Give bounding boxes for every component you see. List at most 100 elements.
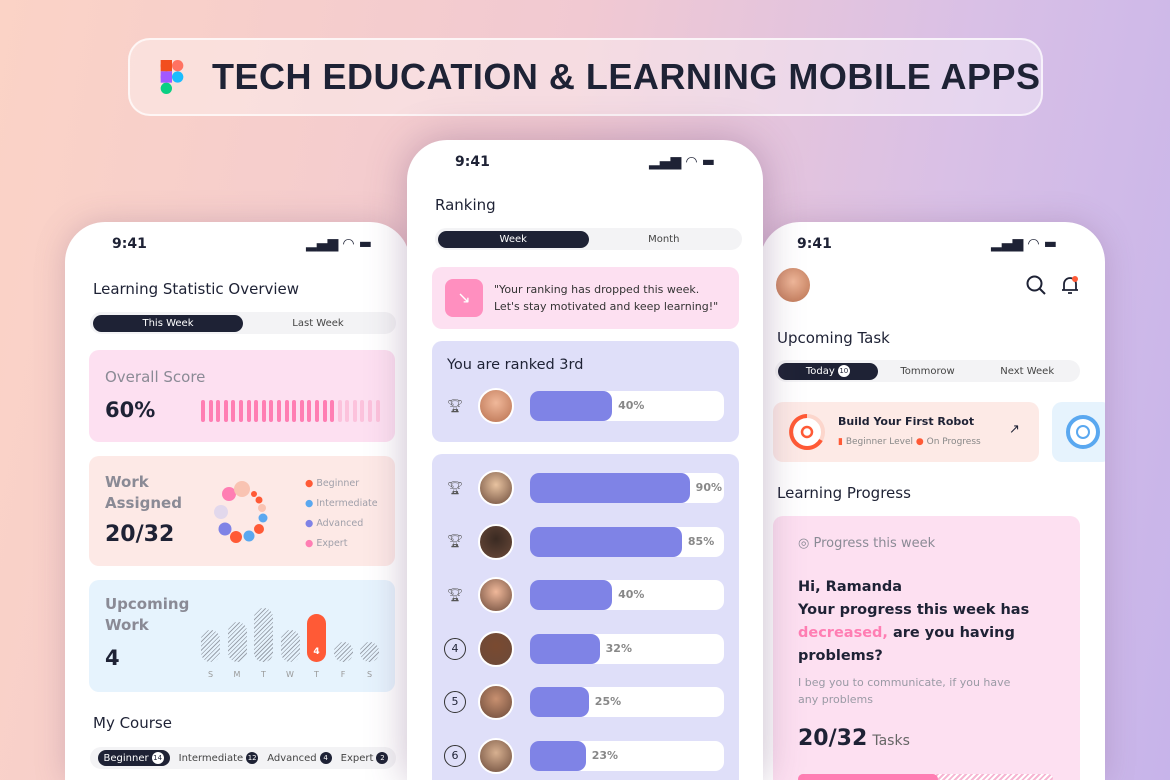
status-bar: 9:41 ▂▄▆ ◠ ▬ — [112, 236, 372, 252]
score-bar — [330, 400, 335, 422]
tab-tomorrow[interactable]: Tommorow — [878, 363, 978, 380]
legend-label: Expert — [316, 538, 348, 549]
legend-dot-icon: ● — [305, 478, 317, 489]
course-tab-label: Beginner — [103, 753, 149, 764]
tab-next-week[interactable]: Next Week — [977, 363, 1077, 380]
ranking-row[interactable]: 🏆︎ 85% — [444, 523, 724, 560]
rank-bar-fill — [530, 633, 600, 664]
overall-score-value: 60% — [105, 398, 156, 422]
period-tabs: Week Month — [435, 228, 742, 250]
ranking-row[interactable]: 5 25% — [444, 684, 724, 720]
ranking-row[interactable]: 6 23% — [444, 737, 724, 774]
score-bar — [292, 400, 297, 422]
page-title: Learning Statistic Overview — [93, 280, 300, 298]
rank-bar-fill — [530, 580, 613, 610]
course-tab-beginner[interactable]: Beginner 14 — [97, 750, 170, 766]
trophy-icon: 🏆︎ — [446, 587, 464, 603]
score-bar — [254, 400, 259, 422]
score-bar — [314, 400, 319, 422]
bell-icon[interactable] — [1060, 274, 1080, 296]
alert-line-2: Let's stay motivated and keep learning!" — [494, 300, 719, 313]
legend-label: Beginner — [316, 478, 360, 489]
score-bar — [360, 400, 365, 422]
legend-dot-icon: ● — [305, 518, 317, 529]
ranking-row[interactable]: 🏆︎ 40% — [444, 577, 724, 613]
course-tab-intermediate[interactable]: Intermediate 12 — [179, 752, 259, 764]
your-rank-card: You are ranked 3rd 🏆︎ 40% — [432, 341, 739, 442]
title-banner: TECH EDUCATION & LEARNING MOBILE APPS — [128, 38, 1043, 116]
rank-bar: 25% — [530, 687, 724, 717]
score-bar — [238, 400, 243, 422]
page-title: Ranking — [435, 196, 496, 214]
legend-item: ● Intermediate — [305, 494, 378, 514]
status-time: 9:41 — [797, 236, 832, 252]
rank-percent: 25% — [594, 695, 622, 708]
tab-month[interactable]: Month — [589, 231, 740, 248]
task-card[interactable]: Build Your First Robot ▮ Beginner Level … — [773, 402, 1039, 462]
tab-week[interactable]: Week — [438, 230, 589, 248]
course-tab-advanced[interactable]: Advanced 4 — [267, 752, 332, 764]
task-status: On Progress — [926, 437, 981, 447]
robot-gear-icon — [789, 414, 825, 450]
course-tab-expert[interactable]: Expert 2 — [341, 752, 389, 764]
rank-percent: 90% — [695, 481, 723, 494]
status-bar: 9:41 ▂▄▆ ◠ ▬ — [797, 236, 1057, 252]
target-icon: ◎ — [798, 536, 814, 551]
legend-dot-icon: ● — [305, 498, 317, 509]
task-card-next[interactable] — [1052, 402, 1105, 462]
ranking-row[interactable]: 🏆︎ 90% — [444, 470, 724, 506]
upcoming-work-card[interactable]: Upcoming Work 4 S M T W 4 T F S — [89, 580, 395, 692]
level-bars-icon: ▮ — [838, 437, 846, 447]
status-icons: ▂▄▆ ◠ ▬ — [305, 236, 372, 252]
rank-percent: 40% — [618, 399, 645, 412]
tasks-unit: Tasks — [872, 733, 910, 749]
user-avatar[interactable] — [774, 266, 812, 304]
tab-this-week[interactable]: This Week — [93, 314, 243, 332]
course-tab-label: Intermediate — [178, 753, 244, 764]
rank-bar-fill — [530, 391, 613, 421]
greeting: Hi, Ramanda — [798, 579, 902, 595]
day-label: T — [314, 670, 319, 679]
avatar — [478, 388, 514, 424]
task-progress-fill — [798, 774, 939, 780]
upcoming-work-value: 4 — [105, 646, 120, 670]
rank-percent: 40% — [618, 588, 645, 601]
work-assigned-card[interactable]: Work Assigned 20/32 ● Beginner ● Intermedi… — [89, 456, 395, 566]
ranking-alert: ↘ "Your ranking has dropped this week. Le… — [432, 267, 739, 329]
avatar — [478, 523, 514, 560]
avatar — [478, 577, 514, 613]
score-bar — [201, 400, 205, 422]
tab-last-week[interactable]: Last Week — [243, 315, 393, 332]
task-progress-bar — [798, 774, 1053, 780]
open-arrow-icon[interactable]: ↗ — [1009, 422, 1020, 437]
score-bar — [208, 400, 213, 422]
tab-today[interactable]: Today 10 — [778, 362, 878, 380]
rank-bar-fill — [530, 526, 682, 557]
rank-percent: 85% — [687, 534, 715, 548]
day-bar — [254, 608, 273, 662]
ranking-row[interactable]: 4 32% — [444, 630, 724, 667]
statistics-phone: 9:41 ▂▄▆ ◠ ▬ Learning Statistic Overview… — [65, 222, 410, 780]
score-bar — [216, 400, 221, 422]
score-bar — [269, 400, 274, 422]
score-bar — [299, 400, 304, 422]
course-tab-label: Advanced — [267, 753, 317, 764]
overall-score-card[interactable]: Overall Score 60% — [89, 350, 395, 442]
assigned-label: Assigned — [105, 494, 182, 512]
progress-message-3: problems? — [798, 648, 883, 664]
task-level: Beginner Level — [845, 437, 914, 447]
day-bar: 4 — [307, 614, 326, 662]
legend-label: Intermediate — [316, 498, 378, 509]
rank-percent: 32% — [605, 641, 632, 655]
decreased-highlight: decreased, — [798, 625, 888, 641]
progress-sub-2: any problems — [798, 693, 873, 706]
day-label: W — [286, 670, 294, 679]
day-bar — [360, 642, 379, 662]
status-bar: 9:41 ▂▄▆ ◠ ▬ — [455, 154, 715, 170]
course-count-badge: 4 — [319, 752, 332, 764]
search-icon[interactable] — [1026, 275, 1046, 295]
legend-dot-icon: ● — [305, 538, 317, 549]
status-dot-icon: ● — [915, 437, 924, 447]
weekly-bars: S M T W 4 T F S — [201, 580, 383, 692]
rank-bar: 32% — [530, 633, 724, 664]
